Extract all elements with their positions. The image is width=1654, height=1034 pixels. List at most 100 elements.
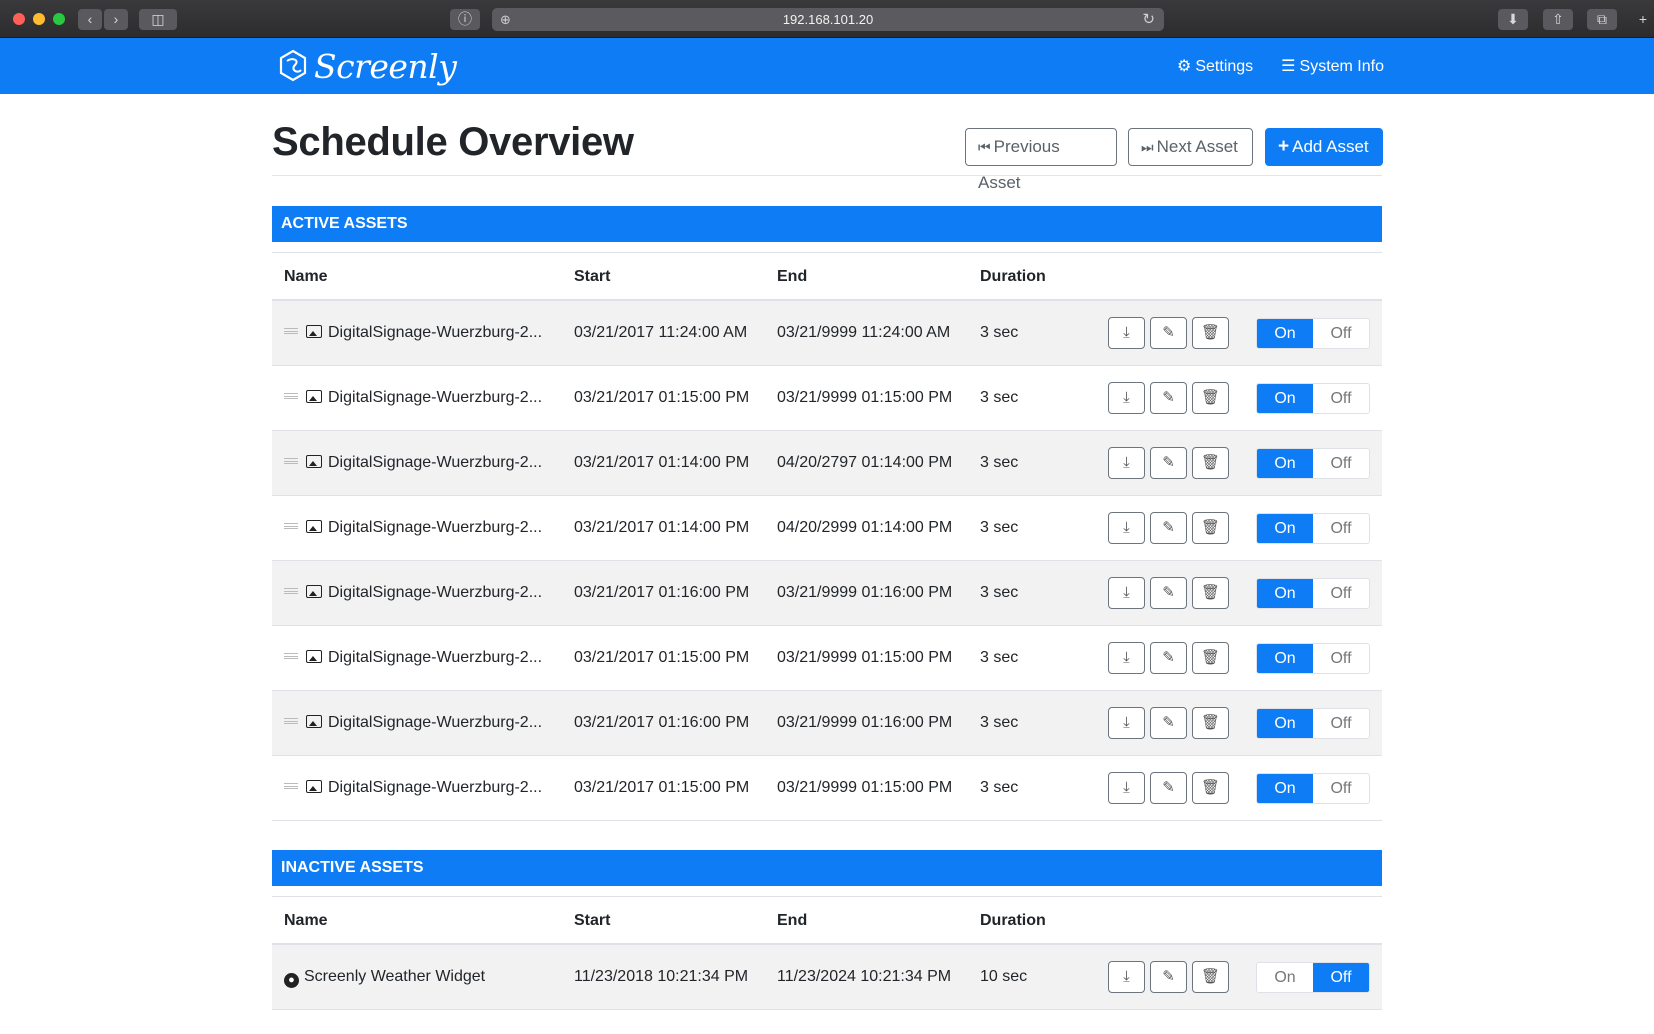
toggle-off[interactable]: Off bbox=[1313, 774, 1369, 803]
asset-name-cell: DigitalSignage-Wuerzburg-2... bbox=[284, 714, 542, 732]
table-row[interactable]: DigitalSignage-Wuerzburg-2... 03/21/2017… bbox=[272, 691, 1382, 756]
table-row[interactable]: DigitalSignage-Wuerzburg-2... 03/21/2017… bbox=[272, 756, 1382, 821]
asset-toggle[interactable]: On Off bbox=[1256, 773, 1370, 804]
toggle-on[interactable]: On bbox=[1257, 384, 1313, 413]
delete-asset-button[interactable]: 🗑 bbox=[1192, 317, 1229, 349]
edit-asset-button[interactable]: ✎ bbox=[1150, 642, 1187, 674]
asset-duration: 3 sec bbox=[980, 649, 1019, 666]
zoom-window-button[interactable] bbox=[53, 13, 65, 25]
download-asset-button[interactable]: ⤓ bbox=[1108, 317, 1145, 349]
table-row[interactable]: DigitalSignage-Wuerzburg-2... 03/21/2017… bbox=[272, 366, 1382, 431]
toggle-off[interactable]: Off bbox=[1313, 963, 1369, 992]
delete-asset-button[interactable]: 🗑 bbox=[1192, 642, 1229, 674]
toggle-off[interactable]: Off bbox=[1313, 384, 1369, 413]
next-asset-button[interactable]: ⏭ Next Asset bbox=[1128, 128, 1253, 166]
download-icon[interactable]: ⬇ bbox=[1498, 9, 1528, 30]
add-asset-button[interactable]: + Add Asset bbox=[1265, 128, 1383, 166]
asset-name: DigitalSignage-Wuerzburg-2... bbox=[328, 454, 543, 471]
drag-handle-icon[interactable] bbox=[284, 328, 298, 334]
brand-logo[interactable]: Screenly bbox=[278, 46, 457, 86]
download-asset-button[interactable]: ⤓ bbox=[1108, 512, 1145, 544]
edit-asset-button[interactable]: ✎ bbox=[1150, 961, 1187, 993]
download-icon: ⤓ bbox=[1123, 324, 1130, 341]
toggle-off[interactable]: Off bbox=[1313, 514, 1369, 543]
toggle-on[interactable]: On bbox=[1257, 449, 1313, 478]
drag-handle-icon[interactable] bbox=[284, 718, 298, 724]
download-asset-button[interactable]: ⤓ bbox=[1108, 447, 1145, 479]
download-asset-button[interactable]: ⤓ bbox=[1108, 382, 1145, 414]
sidebar-icon[interactable]: ◫ bbox=[139, 9, 177, 30]
edit-asset-button[interactable]: ✎ bbox=[1150, 577, 1187, 609]
table-row[interactable]: DigitalSignage-Wuerzburg-2... 03/21/2017… bbox=[272, 496, 1382, 561]
toggle-off[interactable]: Off bbox=[1313, 579, 1369, 608]
edit-asset-button[interactable]: ✎ bbox=[1150, 382, 1187, 414]
toggle-on[interactable]: On bbox=[1257, 709, 1313, 738]
share-icon[interactable]: ⇧ bbox=[1543, 9, 1573, 30]
drag-handle-icon[interactable] bbox=[284, 588, 298, 594]
delete-asset-button[interactable]: 🗑 bbox=[1192, 772, 1229, 804]
download-asset-button[interactable]: ⤓ bbox=[1108, 961, 1145, 993]
tabs-icon[interactable]: ⧉ bbox=[1587, 9, 1617, 30]
table-row[interactable]: DigitalSignage-Wuerzburg-2... 03/21/2017… bbox=[272, 626, 1382, 691]
delete-asset-button[interactable]: 🗑 bbox=[1192, 961, 1229, 993]
toggle-on[interactable]: On bbox=[1257, 514, 1313, 543]
toggle-on[interactable]: On bbox=[1257, 963, 1313, 992]
delete-asset-button[interactable]: 🗑 bbox=[1192, 577, 1229, 609]
table-row[interactable]: DigitalSignage-Wuerzburg-2... 03/21/2017… bbox=[272, 431, 1382, 496]
pencil-icon: ✎ bbox=[1162, 968, 1175, 985]
toggle-on[interactable]: On bbox=[1257, 579, 1313, 608]
download-asset-button[interactable]: ⤓ bbox=[1108, 707, 1145, 739]
privacy-icon[interactable]: ⓘ bbox=[450, 9, 480, 30]
table-row[interactable]: ● Screenly Weather Widget 11/23/2018 10:2… bbox=[272, 945, 1382, 1010]
download-asset-button[interactable]: ⤓ bbox=[1108, 642, 1145, 674]
toggle-on[interactable]: On bbox=[1257, 319, 1313, 348]
download-asset-button[interactable]: ⤓ bbox=[1108, 577, 1145, 609]
settings-link[interactable]: ⚙ Settings bbox=[1177, 56, 1253, 76]
toggle-off[interactable]: Off bbox=[1313, 319, 1369, 348]
delete-asset-button[interactable]: 🗑 bbox=[1192, 512, 1229, 544]
drag-handle-icon[interactable] bbox=[284, 653, 298, 659]
back-icon[interactable]: ‹ bbox=[78, 9, 102, 30]
drag-handle-icon[interactable] bbox=[284, 458, 298, 464]
asset-end: 03/21/9999 01:16:00 PM bbox=[777, 584, 953, 601]
forward-icon[interactable]: › bbox=[104, 9, 128, 30]
asset-toggle[interactable]: On Off bbox=[1256, 318, 1370, 349]
asset-toggle[interactable]: On Off bbox=[1256, 578, 1370, 609]
table-row[interactable]: DigitalSignage-Wuerzburg-2... 03/21/2017… bbox=[272, 301, 1382, 366]
asset-toggle[interactable]: On Off bbox=[1256, 448, 1370, 479]
asset-duration: 3 sec bbox=[980, 389, 1019, 406]
asset-toggle[interactable]: On Off bbox=[1256, 643, 1370, 674]
address-bar[interactable]: ⊕ 192.168.101.20 ↻ bbox=[492, 8, 1164, 31]
close-window-button[interactable] bbox=[13, 13, 25, 25]
edit-asset-button[interactable]: ✎ bbox=[1150, 317, 1187, 349]
new-tab-icon[interactable]: + bbox=[1632, 9, 1654, 30]
drag-handle-icon[interactable] bbox=[284, 393, 298, 399]
delete-asset-button[interactable]: 🗑 bbox=[1192, 447, 1229, 479]
asset-toggle[interactable]: On Off bbox=[1256, 513, 1370, 544]
delete-asset-button[interactable]: 🗑 bbox=[1192, 707, 1229, 739]
drag-handle-icon[interactable] bbox=[284, 783, 298, 789]
reload-icon[interactable]: ↻ bbox=[1142, 8, 1155, 31]
toggle-off[interactable]: Off bbox=[1313, 644, 1369, 673]
system-info-link[interactable]: ☰ System Info bbox=[1281, 56, 1384, 76]
delete-asset-button[interactable]: 🗑 bbox=[1192, 382, 1229, 414]
asset-start: 03/21/2017 01:15:00 PM bbox=[574, 389, 750, 406]
edit-asset-button[interactable]: ✎ bbox=[1150, 447, 1187, 479]
previous-asset-button[interactable]: ⏮ Previous Asset bbox=[965, 128, 1117, 192]
toggle-off[interactable]: Off bbox=[1313, 449, 1369, 478]
toggle-off[interactable]: Off bbox=[1313, 709, 1369, 738]
asset-toggle[interactable]: On Off bbox=[1256, 383, 1370, 414]
toggle-on[interactable]: On bbox=[1257, 644, 1313, 673]
download-icon: ⤓ bbox=[1123, 649, 1130, 666]
toggle-on[interactable]: On bbox=[1257, 774, 1313, 803]
asset-toggle[interactable]: On Off bbox=[1256, 962, 1370, 993]
minimize-window-button[interactable] bbox=[33, 13, 45, 25]
download-asset-button[interactable]: ⤓ bbox=[1108, 772, 1145, 804]
drag-handle-icon[interactable] bbox=[284, 523, 298, 529]
edit-asset-button[interactable]: ✎ bbox=[1150, 772, 1187, 804]
edit-asset-button[interactable]: ✎ bbox=[1150, 707, 1187, 739]
edit-asset-button[interactable]: ✎ bbox=[1150, 512, 1187, 544]
asset-start: 03/21/2017 01:16:00 PM bbox=[574, 714, 750, 731]
table-row[interactable]: DigitalSignage-Wuerzburg-2... 03/21/2017… bbox=[272, 561, 1382, 626]
asset-toggle[interactable]: On Off bbox=[1256, 708, 1370, 739]
